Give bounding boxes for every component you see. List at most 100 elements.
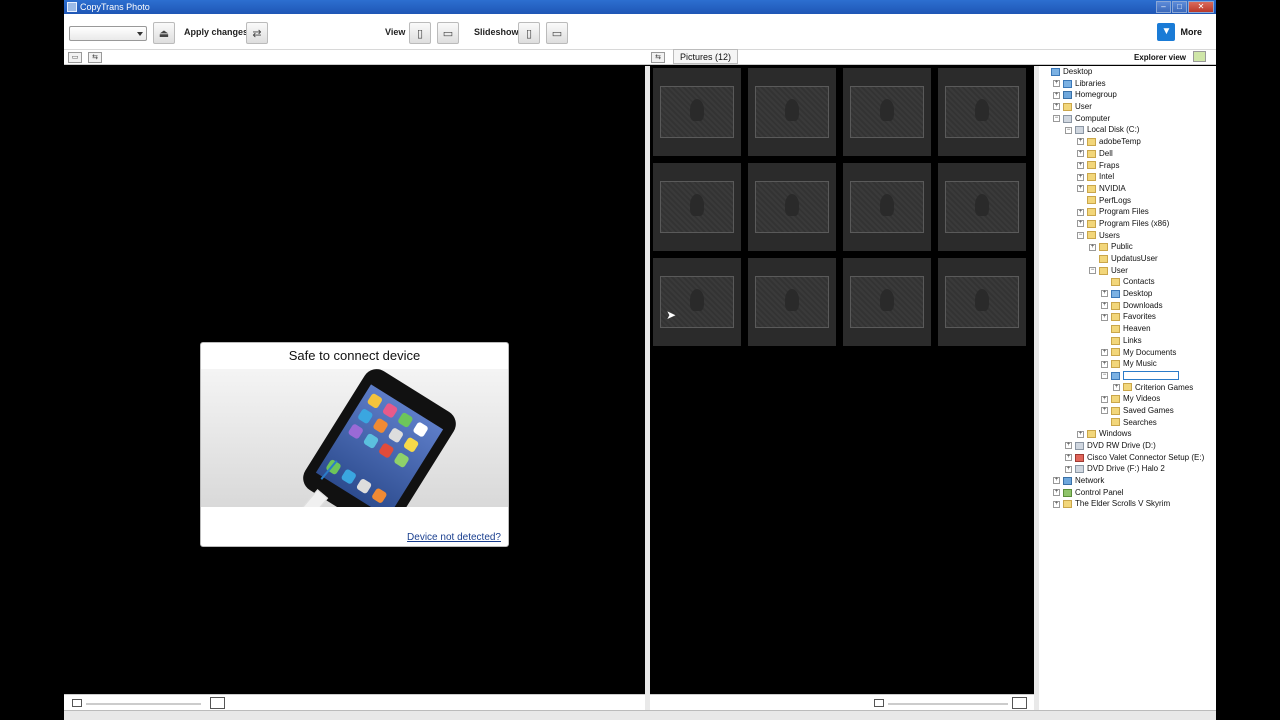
pictures-zoom-slider[interactable] [888, 703, 1008, 705]
device-not-detected-link[interactable]: Device not detected? [407, 532, 501, 543]
tree-item[interactable]: + Favorites [1041, 311, 1204, 323]
tree-item[interactable]: + Saved Games [1041, 405, 1204, 417]
zoom-small-icon[interactable] [72, 699, 82, 707]
tree-item[interactable]: + User [1041, 101, 1204, 113]
photo-thumbnail[interactable] [748, 68, 836, 156]
more-button[interactable]: ▼ More [1157, 23, 1202, 41]
tree-item[interactable]: + Network [1041, 475, 1204, 487]
tree-item[interactable]: + Windows [1041, 428, 1204, 440]
tree-item[interactable]: + Dell [1041, 148, 1204, 160]
tree-item[interactable]: + Fraps [1041, 160, 1204, 172]
photo-thumbnail[interactable] [653, 163, 741, 251]
minimize-icon[interactable]: – [1156, 1, 1171, 13]
photo-thumbnail[interactable] [843, 163, 931, 251]
tree-item[interactable]: Searches [1041, 417, 1204, 429]
tree-item[interactable]: + Public [1041, 241, 1204, 253]
collapse-icon[interactable]: − [1077, 231, 1084, 239]
tree-item[interactable]: + NVIDIA [1041, 183, 1204, 195]
expand-icon[interactable]: + [1101, 407, 1108, 415]
expand-icon[interactable]: + [1113, 383, 1120, 391]
photo-thumbnail[interactable] [653, 68, 741, 156]
photo-thumbnail[interactable] [938, 68, 1026, 156]
expand-icon[interactable]: + [1077, 430, 1084, 438]
photo-thumbnail[interactable] [843, 68, 931, 156]
pictures-toggle-icon[interactable]: ⇆ [651, 52, 665, 63]
tree-item[interactable]: + My Videos [1041, 393, 1204, 405]
expand-icon[interactable]: + [1101, 313, 1108, 321]
maximize-icon[interactable]: □ [1172, 1, 1187, 13]
tree-item[interactable]: + Downloads [1041, 300, 1204, 312]
album-options-icon[interactable]: ⇆ [88, 52, 102, 63]
tree-item[interactable]: − Computer [1041, 113, 1204, 125]
sync-button[interactable]: ⇄ [246, 22, 268, 44]
photo-thumbnail[interactable] [843, 258, 931, 346]
device-select[interactable] [69, 26, 147, 41]
eject-button[interactable]: ⏏ [153, 22, 175, 44]
tree-item[interactable]: Links [1041, 335, 1204, 347]
expand-icon[interactable]: + [1077, 138, 1084, 146]
tree-item[interactable]: − Local Disk (C:) [1041, 124, 1204, 136]
photo-thumbnail[interactable] [748, 258, 836, 346]
expand-icon[interactable]: + [1101, 348, 1108, 356]
tree-item[interactable]: + The Elder Scrolls V Skyrim [1041, 498, 1204, 510]
expand-icon[interactable]: + [1101, 395, 1108, 403]
expand-icon[interactable]: + [1089, 243, 1096, 251]
rename-input[interactable] [1123, 371, 1179, 381]
tree-item[interactable]: + Homegroup [1041, 89, 1204, 101]
tree-item[interactable]: + Program Files (x86) [1041, 218, 1204, 230]
expand-icon[interactable]: + [1065, 454, 1072, 462]
tree-item[interactable]: Heaven [1041, 323, 1204, 335]
expand-icon[interactable]: + [1053, 477, 1060, 485]
view-device-button[interactable]: ▯ [409, 22, 431, 44]
close-icon[interactable]: ✕ [1188, 1, 1214, 13]
expand-icon[interactable]: + [1077, 208, 1084, 216]
tree-item[interactable]: + DVD RW Drive (D:) [1041, 440, 1204, 452]
new-album-icon[interactable]: ▭ [68, 52, 82, 63]
view-pc-button[interactable]: ▭ [437, 22, 459, 44]
zoom-small-icon[interactable] [874, 699, 884, 707]
expand-icon[interactable]: + [1053, 489, 1060, 497]
tree-item[interactable]: − [1041, 370, 1204, 382]
tree-item[interactable]: PerfLogs [1041, 195, 1204, 207]
collapse-icon[interactable]: − [1065, 126, 1072, 134]
tree-item[interactable]: + adobeTemp [1041, 136, 1204, 148]
tree-item[interactable]: Desktop [1041, 66, 1204, 78]
expand-icon[interactable]: + [1053, 91, 1060, 99]
collapse-icon[interactable]: − [1053, 115, 1060, 123]
tree-item[interactable]: + My Music [1041, 358, 1204, 370]
tree-item[interactable]: + Libraries [1041, 78, 1204, 90]
tree-item[interactable]: + Criterion Games [1041, 382, 1204, 394]
tree-item[interactable]: − User [1041, 265, 1204, 277]
slideshow-device-button[interactable]: ▯ [518, 22, 540, 44]
tree-item[interactable]: + My Documents [1041, 347, 1204, 359]
tree-item[interactable]: + DVD Drive (F:) Halo 2 [1041, 463, 1204, 475]
tree-item[interactable]: + Intel [1041, 171, 1204, 183]
expand-icon[interactable]: + [1077, 161, 1084, 169]
pictures-tab[interactable]: Pictures (12) [673, 49, 739, 64]
expand-icon[interactable]: + [1101, 290, 1108, 298]
explorer-view-icon[interactable] [1193, 51, 1206, 62]
tree-item[interactable]: + Desktop [1041, 288, 1204, 300]
tree-item[interactable]: + Cisco Valet Connector Setup (E:) [1041, 452, 1204, 464]
expand-icon[interactable]: + [1077, 220, 1084, 228]
tree-item[interactable]: + Control Panel [1041, 487, 1204, 499]
device-zoom-slider[interactable] [86, 703, 201, 705]
collapse-icon[interactable]: − [1089, 267, 1096, 275]
slideshow-pc-button[interactable]: ▭ [546, 22, 568, 44]
expand-icon[interactable]: + [1077, 185, 1084, 193]
tree-item[interactable]: UpdatusUser [1041, 253, 1204, 265]
photo-thumbnail[interactable] [653, 258, 741, 346]
zoom-large-icon[interactable] [1012, 697, 1027, 709]
tree-item[interactable]: + Program Files [1041, 206, 1204, 218]
tree-item[interactable]: Contacts [1041, 276, 1204, 288]
expand-icon[interactable]: + [1077, 173, 1084, 181]
expand-icon[interactable]: + [1065, 465, 1072, 473]
expand-icon[interactable]: + [1053, 500, 1060, 508]
photo-thumbnail[interactable] [938, 163, 1026, 251]
expand-icon[interactable]: + [1101, 360, 1108, 368]
expand-icon[interactable]: + [1101, 302, 1108, 310]
expand-icon[interactable]: + [1053, 80, 1060, 88]
tree-item[interactable]: − Users [1041, 230, 1204, 242]
collapse-icon[interactable]: − [1101, 372, 1108, 380]
zoom-large-icon[interactable] [210, 697, 225, 709]
